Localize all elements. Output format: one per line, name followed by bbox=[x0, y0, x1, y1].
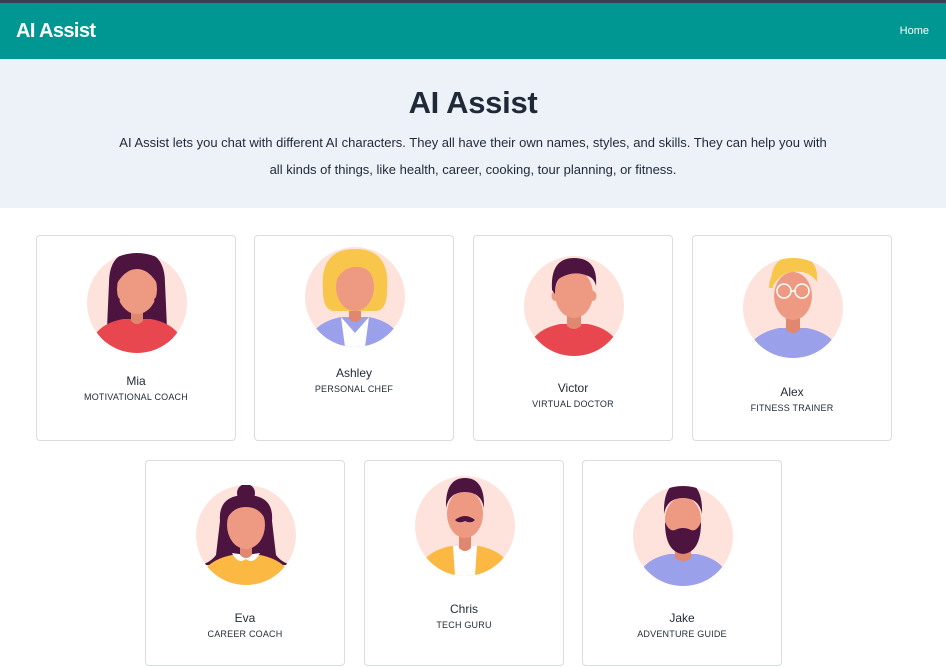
man-mustache-avatar-icon bbox=[415, 476, 515, 576]
man-glasses-avatar-icon bbox=[743, 258, 843, 358]
hero-description: AI Assist lets you chat with different A… bbox=[119, 135, 827, 177]
character-card-ashley[interactable]: Ashley PERSONAL CHEF bbox=[254, 235, 454, 441]
character-name: Ashley bbox=[335, 366, 373, 380]
character-role: TECH GURU bbox=[436, 620, 492, 630]
nav-home-link[interactable]: Home bbox=[900, 25, 929, 37]
character-card-jake[interactable]: Jake ADVENTURE GUIDE bbox=[582, 460, 782, 666]
character-card-chris[interactable]: Chris TECH GURU bbox=[364, 460, 564, 666]
character-name: Eva bbox=[234, 611, 256, 625]
character-role: FITNESS TRAINER bbox=[750, 403, 834, 413]
character-role: VIRTUAL DOCTOR bbox=[532, 399, 614, 409]
page-title: AI Assist bbox=[408, 85, 538, 120]
character-role: PERSONAL CHEF bbox=[314, 384, 394, 394]
character-name: Chris bbox=[449, 602, 478, 616]
character-card-eva[interactable]: Eva CAREER COACH bbox=[145, 460, 345, 666]
brand-logo[interactable]: AI Assist bbox=[16, 20, 96, 43]
character-card-mia[interactable]: Mia MOTIVATIONAL COACH bbox=[36, 235, 236, 441]
navbar: AI Assist Home bbox=[0, 3, 946, 59]
character-name: Alex bbox=[780, 385, 804, 399]
character-name: Mia bbox=[126, 374, 146, 388]
character-card-alex[interactable]: Alex FITNESS TRAINER bbox=[692, 235, 892, 441]
woman-blonde-bob-avatar-icon bbox=[305, 247, 405, 347]
man-short-hair-avatar-icon bbox=[524, 256, 624, 356]
character-role: CAREER COACH bbox=[207, 629, 283, 639]
character-name: Victor bbox=[557, 381, 589, 395]
hero-section: AI Assist AI Assist lets you chat with d… bbox=[0, 59, 946, 208]
character-name: Jake bbox=[669, 611, 695, 625]
character-role: ADVENTURE GUIDE bbox=[637, 629, 727, 639]
character-card-victor[interactable]: Victor VIRTUAL DOCTOR bbox=[473, 235, 673, 441]
man-beard-avatar-icon bbox=[633, 486, 733, 586]
woman-long-hair-avatar-icon bbox=[87, 253, 187, 353]
woman-bun-avatar-icon bbox=[196, 485, 296, 585]
character-role: MOTIVATIONAL COACH bbox=[84, 392, 188, 402]
